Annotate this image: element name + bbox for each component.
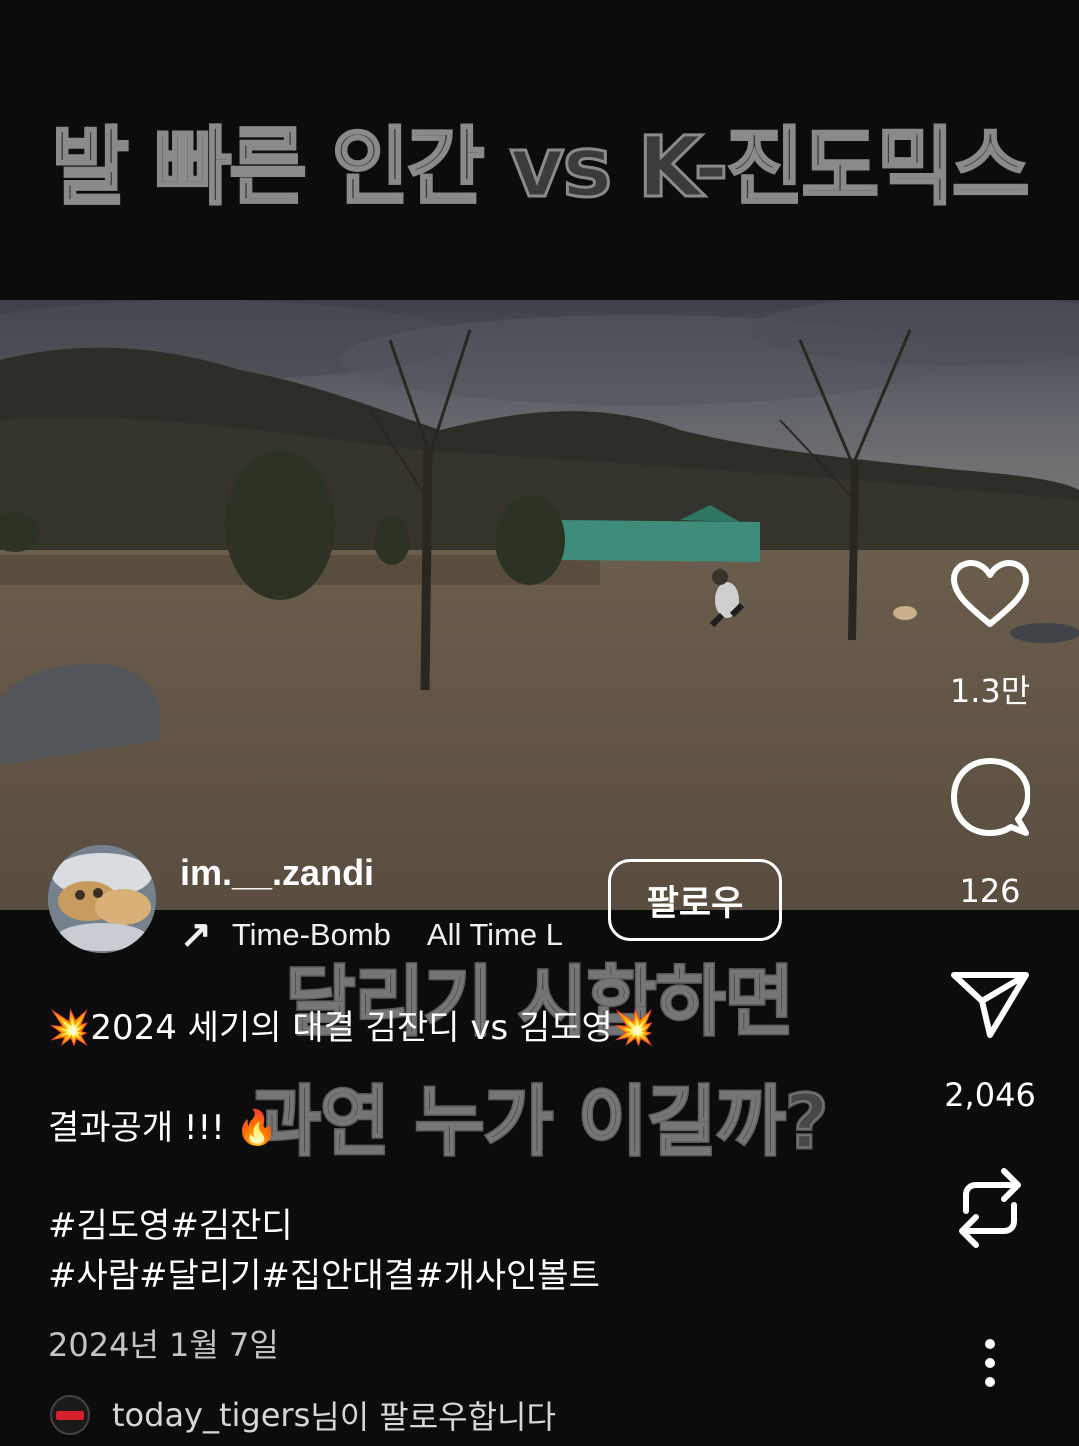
paper-plane-icon [951, 972, 1029, 1038]
author-username[interactable]: im.__.zandi [180, 852, 374, 894]
follower-notification[interactable]: today_tigers 님이 팔로우합니다 [50, 1392, 556, 1438]
repost-icon [959, 1168, 1021, 1248]
share-button[interactable] [940, 969, 1040, 1045]
more-options-button[interactable] [940, 1338, 1040, 1392]
video-title-caption: 발 빠른 인간 vs K-진도믹스 [50, 117, 1031, 218]
post-date: 2024년 1월 7일 [48, 1326, 279, 1364]
video-frame [0, 300, 1079, 910]
like-button[interactable] [940, 560, 1040, 634]
hashtags-line1[interactable]: #김도영#김잔디 [48, 1198, 293, 1247]
music-arrow-icon: ↗ [180, 914, 212, 956]
comment-count: 126 [959, 872, 1021, 910]
follow-button[interactable]: 팔로우 [608, 859, 782, 941]
comment-bubble-icon [951, 758, 1031, 836]
more-vertical-icon [985, 1339, 995, 1387]
author-avatar[interactable] [48, 845, 156, 953]
video-player[interactable] [0, 300, 1079, 910]
follower-username: today_tigers [112, 1396, 311, 1434]
comment-button[interactable] [940, 757, 1040, 841]
description-line2: 결과공개 !!! 🔥 [48, 1108, 278, 1148]
description-line1: 💥2024 세기의 대결 김잔디 vs 김도영💥 [48, 1008, 656, 1048]
like-count: 1.3만 [949, 672, 1031, 710]
hashtags-line2[interactable]: #사람#달리기#집안대결#개사인볼트 [48, 1248, 600, 1297]
share-count: 2,046 [944, 1076, 1036, 1114]
music-track-title: Time-Bomb [231, 916, 391, 952]
follower-notification-text: 님이 팔로우합니다 [310, 1398, 556, 1436]
repost-button[interactable] [940, 1165, 1040, 1255]
music-info[interactable]: ↗ Time-Bomb All Time L [180, 912, 580, 957]
heart-icon [951, 560, 1029, 627]
follower-avatar [50, 1395, 90, 1435]
music-track-title-secondary: All Time L [426, 916, 563, 952]
